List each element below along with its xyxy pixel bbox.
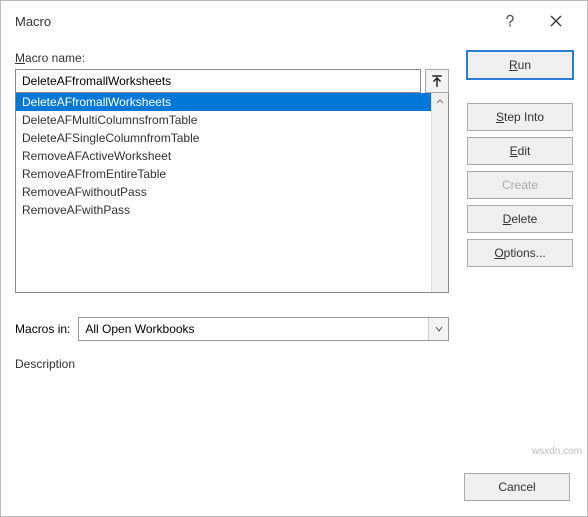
list-item[interactable]: RemoveAFwithPass: [16, 201, 448, 219]
run-button[interactable]: Run: [467, 51, 573, 79]
list-item[interactable]: RemoveAFfromEntireTable: [16, 165, 448, 183]
up-arrow-bar-icon: [432, 75, 442, 88]
list-item[interactable]: DeleteAFSingleColumnfromTable: [16, 129, 448, 147]
step-into-button[interactable]: Step Into: [467, 103, 573, 131]
macro-name-label: Macro name:: [15, 51, 449, 65]
cancel-button[interactable]: Cancel: [464, 473, 570, 501]
footer: Cancel: [464, 473, 570, 501]
macros-in-select[interactable]: All Open Workbooks: [78, 317, 449, 341]
macro-dialog: Macro Macro name: DeleteA: [0, 0, 588, 517]
scroll-up-arrow-icon[interactable]: [432, 93, 448, 110]
titlebar: Macro: [1, 1, 587, 41]
chevron-down-icon[interactable]: [428, 318, 448, 340]
macros-in-value: All Open Workbooks: [85, 322, 194, 336]
description-label: Description: [15, 357, 449, 371]
list-item[interactable]: DeleteAFMultiColumnsfromTable: [16, 111, 448, 129]
list-item[interactable]: DeleteAFfromallWorksheets: [16, 93, 448, 111]
delete-button[interactable]: Delete: [467, 205, 573, 233]
close-icon: [550, 15, 562, 27]
list-item[interactable]: RemoveAFwithoutPass: [16, 183, 448, 201]
help-icon: [503, 14, 517, 28]
close-button[interactable]: [533, 1, 579, 41]
macro-name-input[interactable]: [15, 69, 421, 93]
help-button[interactable]: [487, 1, 533, 41]
create-button: Create: [467, 171, 573, 199]
macros-in-label: Macros in:: [15, 322, 70, 336]
options-button[interactable]: Options...: [467, 239, 573, 267]
dialog-title: Macro: [15, 14, 487, 29]
macro-list[interactable]: DeleteAFfromallWorksheets DeleteAFMultiC…: [15, 93, 449, 293]
goto-macro-button[interactable]: [425, 69, 449, 93]
scrollbar[interactable]: [431, 93, 448, 292]
watermark: wsxdn.com: [532, 446, 582, 457]
list-item[interactable]: RemoveAFActiveWorksheet: [16, 147, 448, 165]
edit-button[interactable]: Edit: [467, 137, 573, 165]
